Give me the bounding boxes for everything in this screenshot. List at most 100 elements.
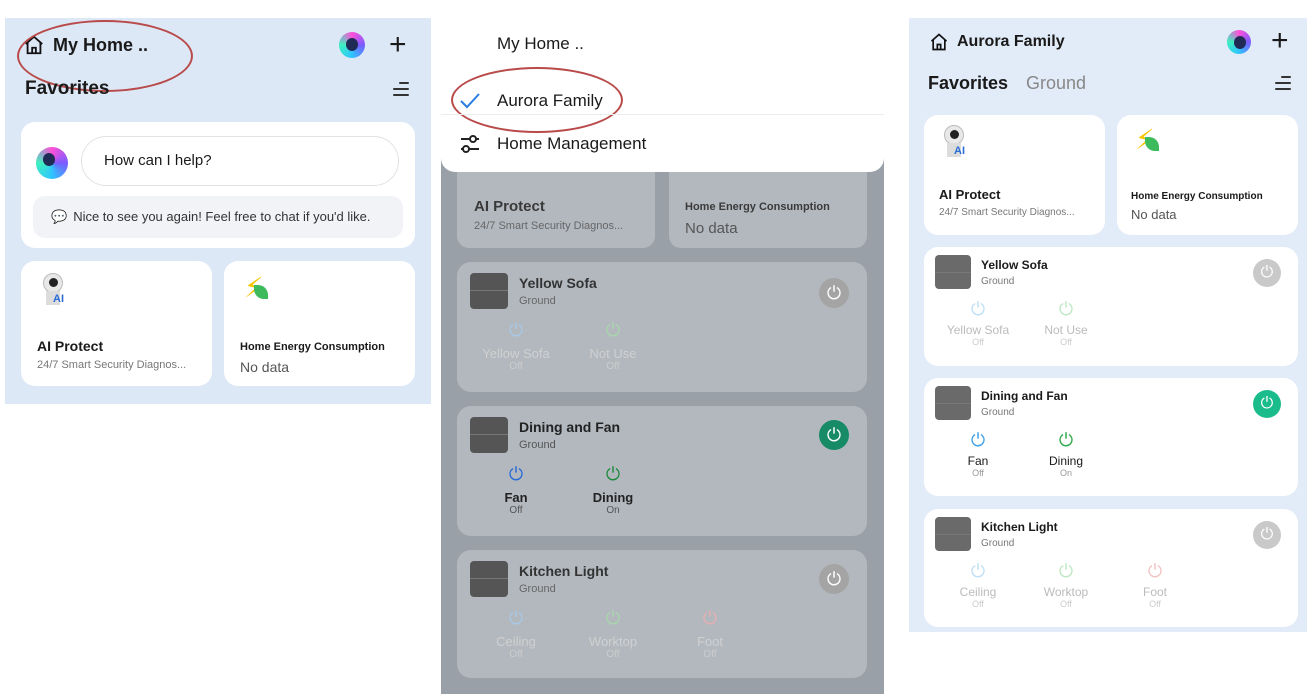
power-icon: ⏻ bbox=[1147, 561, 1163, 581]
energy-card[interactable]: ⚡ Home Energy Consumption No data bbox=[224, 261, 415, 386]
switch-worktop[interactable]: ⏻ Worktop Off bbox=[573, 608, 653, 660]
energy-icon: ⚡ bbox=[1135, 123, 1159, 156]
switch-state: On bbox=[606, 505, 620, 516]
device-card-kitchen-light[interactable]: Kitchen Light Ground ⏻ ⏻ Ceiling Off ⏻ Work… bbox=[924, 509, 1298, 627]
device-card-yellow-sofa[interactable]: Yellow Sofa Ground ⏻ ⏻ Yellow Sofa Off ⏻ No… bbox=[457, 262, 867, 392]
switch-label: Not Use bbox=[1044, 323, 1088, 337]
switch-yellow-sofa[interactable]: ⏻ Yellow Sofa Off bbox=[476, 320, 556, 372]
home-switcher[interactable]: My Home .. bbox=[17, 20, 193, 92]
menu-item-my-home[interactable]: My Home .. bbox=[497, 34, 584, 54]
card-title: AI Protect bbox=[474, 198, 545, 215]
switch-label: Ceiling bbox=[959, 585, 997, 599]
divider bbox=[441, 114, 884, 115]
power-icon[interactable]: ⏻ bbox=[1253, 259, 1281, 287]
switch-dining[interactable]: ⏻ Dining On bbox=[573, 464, 653, 516]
switch-ceiling[interactable]: ⏻ Ceiling Off bbox=[476, 608, 556, 660]
power-icon: ⏻ bbox=[1058, 299, 1074, 319]
switch-state: Off bbox=[606, 361, 620, 372]
device-name: Kitchen Light bbox=[519, 563, 609, 579]
settings-sliders-icon bbox=[461, 135, 479, 153]
card-subtitle: 24/7 Smart Security Diagnos... bbox=[474, 220, 624, 232]
card-title: Home Energy Consumption bbox=[1131, 191, 1263, 202]
home-switcher-menu-screen: AI Protect 24/7 Smart Security Diagnos..… bbox=[441, 0, 884, 694]
device-name: Yellow Sofa bbox=[519, 275, 597, 291]
camera-icon: AI bbox=[944, 125, 966, 159]
switch-not-use[interactable]: ⏻ Not Use Off bbox=[573, 320, 653, 372]
card-title: Home Energy Consumption bbox=[240, 341, 385, 353]
switch-ceiling[interactable]: ⏻ Ceiling Off bbox=[938, 561, 1018, 609]
power-icon: ⏻ bbox=[508, 320, 524, 340]
power-icon[interactable]: ⏻ bbox=[1253, 521, 1281, 549]
card-subtitle: 24/7 Smart Security Diagnos... bbox=[37, 359, 187, 371]
device-card-yellow-sofa[interactable]: Yellow Sofa Ground ⏻ ⏻ Yellow Sofa Off ⏻ No… bbox=[924, 247, 1298, 366]
ai-assistant-icon bbox=[36, 147, 68, 179]
power-icon: ⏻ bbox=[1058, 430, 1074, 450]
home-icon bbox=[930, 33, 948, 51]
annotation-circle bbox=[451, 67, 623, 133]
power-icon[interactable]: ⏻ bbox=[819, 564, 849, 594]
device-card-kitchen-light[interactable]: Kitchen Light Ground ⏻ ⏻ Ceiling Off ⏻ Work… bbox=[457, 550, 867, 678]
switch-state: On bbox=[1059, 468, 1072, 478]
add-icon[interactable]: + bbox=[1271, 26, 1289, 56]
switch-label: Worktop bbox=[1043, 585, 1089, 599]
power-icon: ⏻ bbox=[605, 608, 621, 628]
ai-protect-card[interactable]: AI AI Protect 24/7 Smart Security Diagno… bbox=[21, 261, 212, 386]
switch-state: Off bbox=[972, 599, 984, 609]
power-icon: ⏻ bbox=[970, 561, 986, 581]
switch-label: Yellow Sofa bbox=[946, 323, 1010, 337]
switch-state: Off bbox=[606, 649, 620, 660]
assistant-input[interactable]: How can I help? bbox=[81, 136, 399, 186]
assistant-card: How can I help? 💬 Nice to see you again! … bbox=[21, 122, 415, 248]
switch-label: Worktop bbox=[588, 634, 638, 649]
switch-state: Off bbox=[1060, 337, 1072, 347]
camera-icon: AI bbox=[43, 273, 65, 307]
switch-label: Ceiling bbox=[496, 634, 536, 649]
power-icon: ⏻ bbox=[702, 608, 718, 628]
ai-protect-card[interactable]: AI AI Protect 24/7 Smart Security Diagno… bbox=[924, 115, 1105, 235]
power-icon: ⏻ bbox=[508, 608, 524, 628]
power-icon: ⏻ bbox=[970, 430, 986, 450]
switch-foot[interactable]: ⏻ Foot Off bbox=[1115, 561, 1195, 609]
menu-item-home-management[interactable]: Home Management bbox=[497, 134, 646, 154]
section-title: Favorites bbox=[25, 78, 110, 99]
switch-fan[interactable]: ⏻ Fan Off bbox=[476, 464, 556, 516]
switch-foot[interactable]: ⏻ Foot Off bbox=[670, 608, 750, 660]
card-value: No data bbox=[685, 220, 738, 237]
energy-card[interactable]: ⚡ Home Energy Consumption No data bbox=[1117, 115, 1298, 235]
switch-label: Not Use bbox=[589, 346, 637, 361]
power-icon[interactable]: ⏻ bbox=[819, 278, 849, 308]
menu-icon[interactable] bbox=[1273, 76, 1291, 90]
switch-worktop[interactable]: ⏻ Worktop Off bbox=[1026, 561, 1106, 609]
device-room: Ground bbox=[519, 295, 556, 307]
switch-state: Off bbox=[1060, 599, 1072, 609]
tab-ground[interactable]: Ground bbox=[1026, 73, 1086, 94]
switch-dining[interactable]: ⏻ Dining On bbox=[1026, 430, 1106, 478]
switch-yellow-sofa[interactable]: ⏻ Yellow Sofa Off bbox=[938, 299, 1018, 347]
device-card-dining-and-fan[interactable]: Dining and Fan Ground ⏻ ⏻ Fan Off ⏻ Dining O… bbox=[457, 406, 867, 536]
switch-label: Fan bbox=[504, 490, 528, 505]
power-icon[interactable]: ⏻ bbox=[819, 420, 849, 450]
tab-favorites[interactable]: Favorites bbox=[928, 73, 1008, 94]
ai-assistant-icon[interactable] bbox=[339, 32, 365, 58]
switch-label: Fan bbox=[967, 454, 989, 468]
switch-label: Dining bbox=[1048, 454, 1084, 468]
menu-icon[interactable] bbox=[391, 82, 409, 96]
switch-state: Off bbox=[509, 649, 523, 660]
home-switcher[interactable]: Aurora Family bbox=[929, 32, 1065, 52]
add-icon[interactable]: + bbox=[389, 30, 407, 60]
power-icon: ⏻ bbox=[605, 464, 621, 484]
switch-not-use[interactable]: ⏻ Not Use Off bbox=[1026, 299, 1106, 347]
card-subtitle: 24/7 Smart Security Diagnos... bbox=[939, 207, 1075, 218]
home-screen-my-home: My Home .. + Favorites How can I help? 💬… bbox=[5, 18, 431, 404]
switch-label: Yellow Sofa bbox=[482, 346, 550, 361]
device-room: Ground bbox=[519, 439, 556, 451]
switch-state: Off bbox=[509, 361, 523, 372]
home-screen-aurora-family: Aurora Family + Favorites Ground AI AI P… bbox=[909, 18, 1307, 632]
device-card-dining-and-fan[interactable]: Dining and Fan Ground ⏻ ⏻ Fan Off ⏻ Dining O… bbox=[924, 378, 1298, 496]
energy-icon: ⚡ bbox=[244, 271, 268, 304]
energy-card: Home Energy Consumption No data bbox=[669, 172, 867, 248]
power-icon[interactable]: ⏻ bbox=[1253, 390, 1281, 418]
card-title: AI Protect bbox=[37, 338, 104, 354]
ai-assistant-icon[interactable] bbox=[1227, 30, 1251, 54]
switch-fan[interactable]: ⏻ Fan Off bbox=[938, 430, 1018, 478]
